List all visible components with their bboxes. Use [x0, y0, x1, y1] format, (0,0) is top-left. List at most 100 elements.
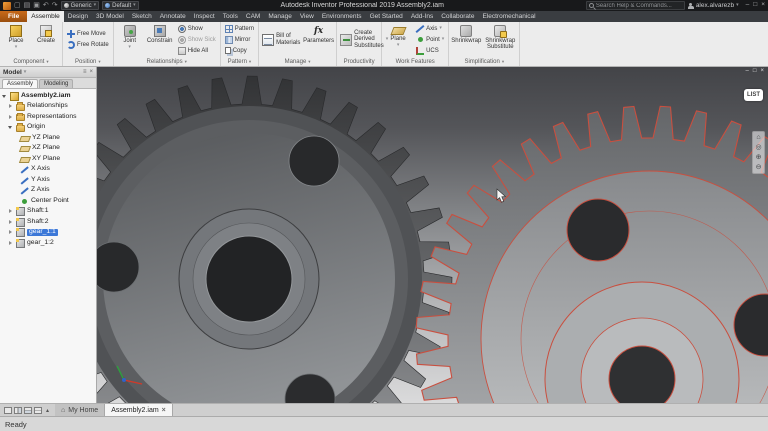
- layout-split-vertical-icon[interactable]: [14, 407, 22, 414]
- tab-annotate[interactable]: Annotate: [156, 11, 190, 22]
- constrain-button[interactable]: Constrain: [146, 23, 174, 56]
- save-icon[interactable]: ▣: [33, 2, 40, 9]
- point-button[interactable]: Point ▾: [414, 35, 446, 45]
- tree-item-origin[interactable]: Origin: [0, 123, 96, 134]
- chevron-down-icon[interactable]: ▾: [24, 70, 27, 75]
- layout-split-horizontal-icon[interactable]: [24, 407, 32, 414]
- tab-assembly2-document[interactable]: Assembly2.iam ×: [105, 404, 173, 416]
- open-file-icon[interactable]: ▤: [24, 2, 31, 9]
- group-label-relationships[interactable]: Relationships ▾: [114, 57, 220, 66]
- close-button[interactable]: ×: [761, 2, 765, 9]
- free-rotate-button[interactable]: Free Rotate: [65, 40, 111, 50]
- expand-open-icon[interactable]: [2, 93, 8, 99]
- tree-item-shaft-2[interactable]: Shaft:2: [0, 217, 96, 228]
- expand-closed-icon[interactable]: [8, 240, 14, 246]
- tab-assemble[interactable]: Assemble: [27, 11, 64, 22]
- expand-closed-icon[interactable]: [8, 209, 14, 215]
- shrinkwrap-substitute-button[interactable]: Shrinkwrap Substitute: [483, 23, 517, 56]
- user-account-menu[interactable]: alex.alvarezb ▾: [688, 2, 739, 9]
- expand-open-icon[interactable]: [8, 125, 14, 131]
- create-derived-substitutes-button[interactable]: Create Derived Substitutes ▾: [339, 23, 379, 56]
- pattern-button[interactable]: Pattern: [223, 24, 256, 34]
- tab-get-started[interactable]: Get Started: [366, 11, 407, 22]
- appearance-dropdown[interactable]: Default ▾: [102, 1, 139, 10]
- minimize-button[interactable]: –: [746, 2, 750, 9]
- browser-tab-modeling[interactable]: Modeling: [39, 79, 73, 88]
- undo-icon[interactable]: ↶: [43, 2, 49, 9]
- tab-inspect[interactable]: Inspect: [190, 11, 219, 22]
- group-label-simplification[interactable]: Simplification ▾: [449, 57, 519, 66]
- nav-pan-icon[interactable]: ⊕: [756, 154, 762, 161]
- create-button[interactable]: Create: [32, 23, 60, 56]
- axis-button[interactable]: Axis ▾: [414, 24, 446, 34]
- close-tab-icon[interactable]: ×: [162, 407, 166, 414]
- nav-orbit-icon[interactable]: ◎: [755, 144, 761, 151]
- nav-zoom-icon[interactable]: ⊖: [756, 164, 762, 171]
- bill-of-materials-button[interactable]: Bill of Materials: [261, 23, 301, 56]
- tree-item-y-axis[interactable]: Y Axis: [0, 175, 96, 186]
- nav-home-icon[interactable]: ⌂: [756, 134, 760, 141]
- tab-tools[interactable]: Tools: [219, 11, 242, 22]
- ucs-button[interactable]: UCS: [414, 46, 446, 56]
- group-label-productivity[interactable]: Productivity: [337, 57, 381, 66]
- tab-manage[interactable]: Manage: [264, 11, 296, 22]
- search-input[interactable]: [596, 3, 682, 9]
- expand-closed-icon[interactable]: [8, 104, 14, 110]
- panel-menu-icon[interactable]: ≡: [83, 69, 87, 75]
- group-label-position[interactable]: Position ▾: [63, 57, 113, 66]
- expand-closed-icon[interactable]: [8, 230, 14, 236]
- layout-grid-icon[interactable]: [34, 407, 42, 414]
- tree-item-yz-plane[interactable]: YZ Plane: [0, 133, 96, 144]
- show-button[interactable]: Show: [176, 24, 218, 34]
- parameters-button[interactable]: fx Parameters: [303, 23, 334, 56]
- tree-item-shaft-1[interactable]: Shaft:1: [0, 207, 96, 218]
- tree-item-xz-plane[interactable]: XZ Plane: [0, 144, 96, 155]
- tree-item-gear-1-1[interactable]: gear_1:1: [0, 228, 96, 239]
- inventor-logo-icon[interactable]: [3, 2, 11, 10]
- free-move-button[interactable]: Free Move: [65, 29, 111, 39]
- material-dropdown[interactable]: Generic ▾: [61, 1, 100, 10]
- show-sick-button[interactable]: Show Sick: [176, 35, 218, 45]
- expand-closed-icon[interactable]: [8, 114, 14, 120]
- group-label-pattern[interactable]: Pattern ▾: [221, 57, 258, 66]
- group-label-manage[interactable]: Manage ▾: [259, 57, 336, 66]
- copy-button[interactable]: Copy: [223, 46, 256, 56]
- tab-collaborate[interactable]: Collaborate: [437, 11, 478, 22]
- hide-all-button[interactable]: Hide All: [176, 46, 218, 56]
- expand-closed-icon[interactable]: [8, 219, 14, 225]
- doc-minimize-icon[interactable]: –: [746, 68, 749, 74]
- layout-single-icon[interactable]: [4, 407, 12, 414]
- redo-icon[interactable]: ↷: [52, 2, 58, 9]
- help-search-box[interactable]: [586, 1, 685, 10]
- tab-design[interactable]: Design: [64, 11, 92, 22]
- tab-sketch[interactable]: Sketch: [128, 11, 156, 22]
- tree-item-assembly2[interactable]: Assembly2.iam: [0, 91, 96, 102]
- doc-close-icon[interactable]: ×: [760, 68, 764, 74]
- group-label-work-features[interactable]: Work Features: [382, 57, 448, 66]
- tree-item-xy-plane[interactable]: XY Plane: [0, 154, 96, 165]
- tree-item-gear-1-2[interactable]: gear_1:2: [0, 238, 96, 249]
- restore-button[interactable]: □: [753, 2, 757, 9]
- tab-electromechanical[interactable]: Electromechanical: [478, 11, 539, 22]
- panel-close-icon[interactable]: ×: [89, 69, 93, 75]
- tree-item-representations[interactable]: Representations: [0, 112, 96, 123]
- browser-tab-assembly[interactable]: Assembly: [2, 79, 38, 88]
- viewport-3d[interactable]: – □ × LIST ⌂ ◎ ⊕ ⊖: [97, 67, 768, 403]
- tab-add-ins[interactable]: Add-Ins: [407, 11, 437, 22]
- tab-3d-model[interactable]: 3D Model: [92, 11, 128, 22]
- tab-view[interactable]: View: [296, 11, 318, 22]
- tree-item-relationships[interactable]: Relationships: [0, 102, 96, 113]
- list-overlay-button[interactable]: LIST: [744, 89, 763, 101]
- doc-restore-icon[interactable]: □: [753, 68, 757, 74]
- place-button[interactable]: Place ▾: [2, 23, 30, 56]
- tab-environments[interactable]: Environments: [318, 11, 366, 22]
- collapse-up-icon[interactable]: ▴: [44, 407, 51, 414]
- new-file-icon[interactable]: ▢: [14, 2, 21, 9]
- tree-item-x-axis[interactable]: X Axis: [0, 165, 96, 176]
- tree-item-z-axis[interactable]: Z Axis: [0, 186, 96, 197]
- shrinkwrap-button[interactable]: Shrinkwrap: [451, 23, 481, 56]
- tab-my-home[interactable]: ⌂ My Home: [55, 404, 105, 416]
- file-menu-button[interactable]: File: [0, 11, 27, 22]
- plane-button[interactable]: Plane ▾: [384, 23, 412, 56]
- tree-item-center-point[interactable]: Center Point: [0, 196, 96, 207]
